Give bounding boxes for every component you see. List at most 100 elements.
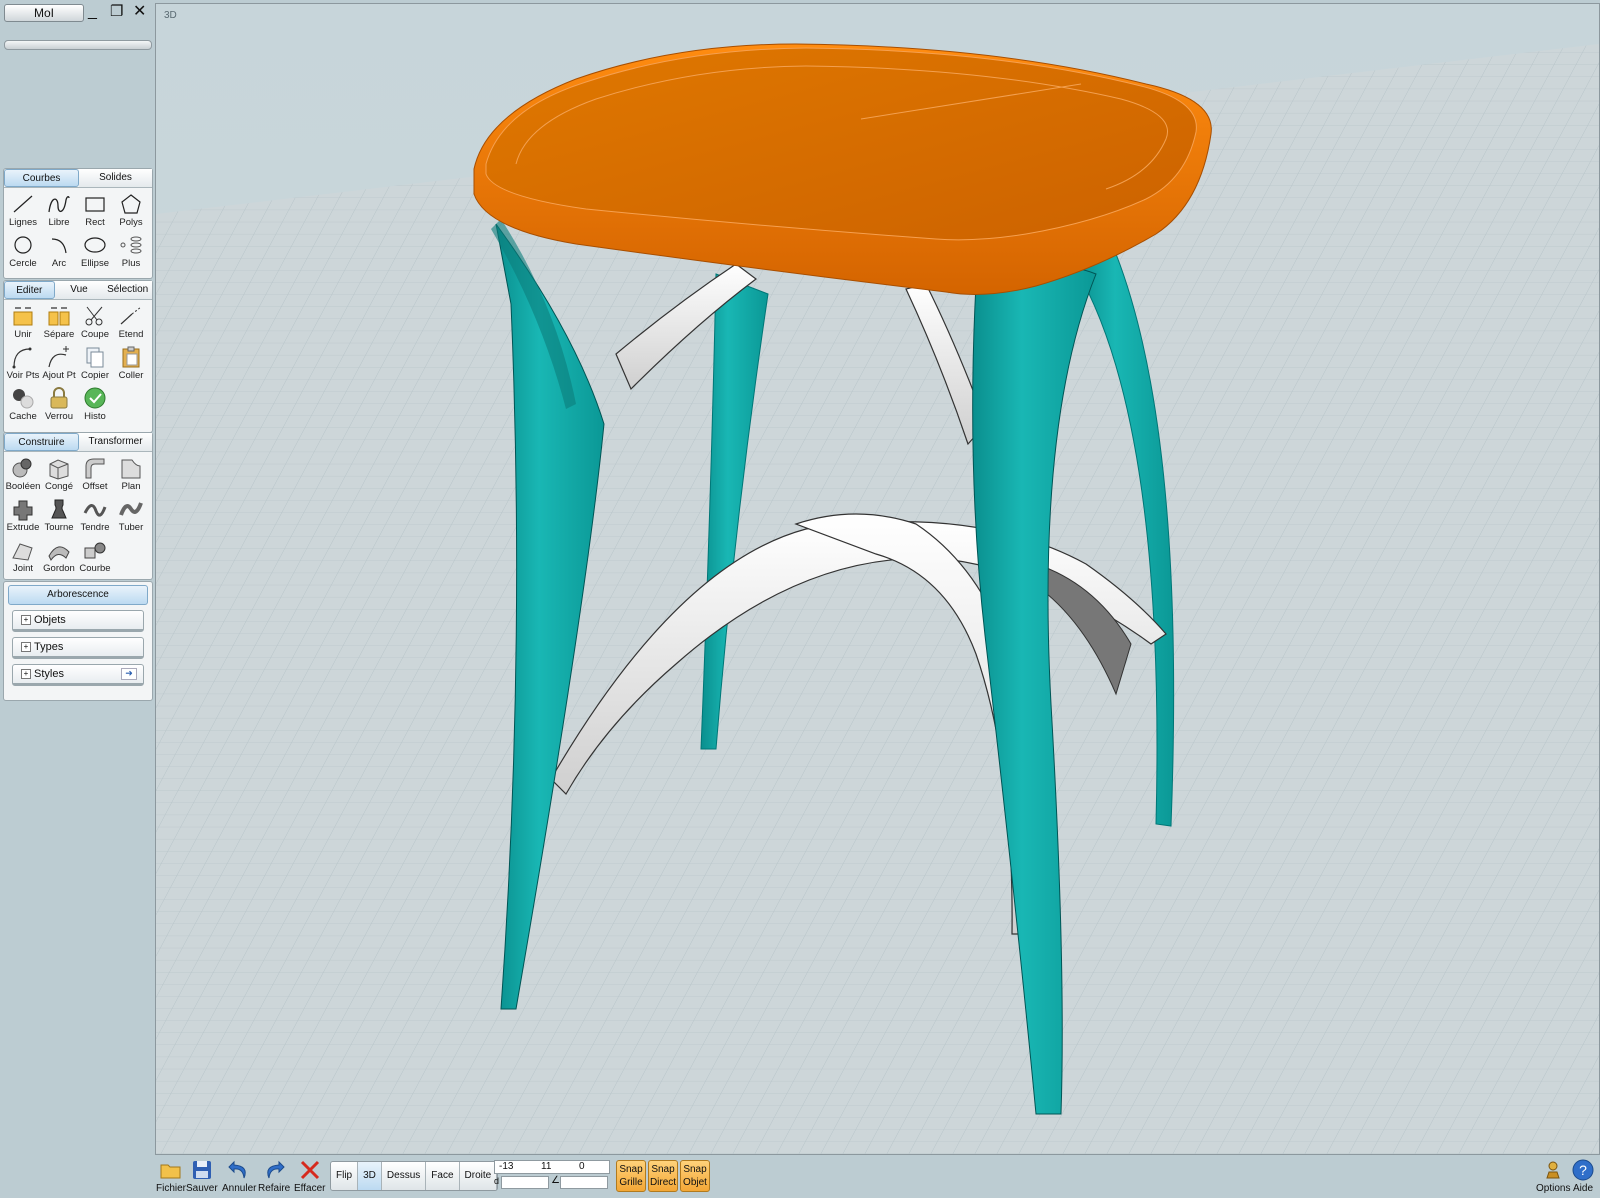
options-button[interactable]: Options bbox=[1536, 1158, 1570, 1194]
circle-icon bbox=[14, 236, 32, 254]
snap-object-button[interactable]: Snap Objet bbox=[680, 1160, 710, 1192]
view-front-button[interactable]: Face bbox=[426, 1162, 460, 1190]
tool-label: Joint bbox=[12, 563, 34, 574]
tab-courbes[interactable]: Courbes bbox=[4, 169, 79, 187]
copy-tool[interactable]: Copier bbox=[77, 343, 113, 384]
tool-label: Coupe bbox=[81, 329, 109, 340]
trim-tool[interactable]: Coupe bbox=[77, 302, 113, 343]
curve-surface-tool[interactable]: Courbe bbox=[77, 536, 113, 577]
tree-item-types[interactable]: + Types bbox=[12, 637, 144, 659]
expand-icon[interactable]: + bbox=[21, 669, 31, 679]
history-tool[interactable]: Histo bbox=[77, 384, 113, 425]
snap-label: Snap bbox=[651, 1164, 675, 1175]
ellipse-tool[interactable]: Ellipse bbox=[77, 231, 113, 272]
tool-label: Histo bbox=[84, 411, 106, 422]
tree-item-styles[interactable]: + Styles ➜ bbox=[12, 664, 144, 686]
minimize-icon[interactable]: _ bbox=[88, 3, 97, 21]
tab-selection[interactable]: Sélection bbox=[103, 281, 153, 299]
snap-grid-button[interactable]: Snap Grille bbox=[616, 1160, 646, 1192]
plane-tool[interactable]: Plan bbox=[113, 454, 149, 495]
paste-tool[interactable]: Coller bbox=[113, 343, 149, 384]
join-icon bbox=[13, 307, 33, 326]
tree-item-label: Styles bbox=[34, 668, 64, 680]
tree-header[interactable]: Arborescence bbox=[8, 585, 148, 605]
coord-y: 11 bbox=[541, 1161, 552, 1172]
tool-label: Coller bbox=[118, 370, 144, 381]
extend-tool[interactable]: Etend bbox=[113, 302, 149, 343]
lock-icon bbox=[50, 387, 68, 409]
tool-label: Offset bbox=[82, 481, 108, 492]
app-menu-button[interactable]: MoI bbox=[4, 4, 84, 22]
tool-label: Plus bbox=[121, 258, 141, 269]
distance-input[interactable] bbox=[501, 1176, 549, 1189]
help-button[interactable]: ? Aide bbox=[1571, 1158, 1595, 1194]
show-points-tool[interactable]: Voir Pts bbox=[5, 343, 41, 384]
file-button[interactable]: Fichier bbox=[156, 1158, 186, 1194]
tool-label: Rect bbox=[85, 217, 105, 228]
snap-label: Snap bbox=[619, 1164, 643, 1175]
red-x-icon bbox=[300, 1160, 319, 1180]
viewport-3d[interactable]: 3D bbox=[155, 3, 1600, 1155]
tab-vue[interactable]: Vue bbox=[54, 281, 104, 299]
tab-editer[interactable]: Editer bbox=[4, 281, 55, 299]
offset-tool[interactable]: Offset bbox=[77, 454, 113, 495]
delete-button[interactable]: Effacer bbox=[294, 1158, 326, 1194]
boolean-tool[interactable]: Booléen bbox=[5, 454, 41, 495]
tool-label: Booléen bbox=[5, 481, 41, 492]
redo-button[interactable]: Refaire bbox=[258, 1158, 290, 1194]
tree-item-objects[interactable]: + Objets bbox=[12, 610, 144, 632]
more-curves-tool[interactable]: Plus bbox=[113, 231, 149, 272]
file-label: Fichier bbox=[156, 1183, 187, 1194]
edit-panel: Editer Vue Sélection Unir Sépare Coupe E… bbox=[3, 280, 153, 433]
offset-icon bbox=[85, 458, 105, 479]
arc-tool[interactable]: Arc bbox=[41, 231, 77, 272]
lines-tool[interactable]: Lignes bbox=[5, 190, 41, 231]
viewport-label: 3D bbox=[164, 10, 177, 21]
close-icon[interactable]: ✕ bbox=[133, 3, 146, 21]
revolve-icon bbox=[51, 499, 67, 519]
tab-construire[interactable]: Construire bbox=[4, 433, 79, 451]
show-points-icon bbox=[12, 347, 32, 369]
ellipse-icon bbox=[84, 237, 106, 253]
separate-tool[interactable]: Sépare bbox=[41, 302, 77, 343]
tab-solides[interactable]: Solides bbox=[79, 169, 152, 187]
sweep-tool[interactable]: Tendre bbox=[77, 495, 113, 536]
polygon-tool[interactable]: Polys bbox=[113, 190, 149, 231]
view-top-button[interactable]: Dessus bbox=[381, 1162, 427, 1190]
extrude-tool[interactable]: Extrude bbox=[5, 495, 41, 536]
angle-input[interactable] bbox=[560, 1176, 608, 1189]
add-point-icon bbox=[48, 346, 69, 368]
freehand-tool[interactable]: Libre bbox=[41, 190, 77, 231]
fillet-tool[interactable]: Congé bbox=[41, 454, 77, 495]
pipe-tool[interactable]: Tuber bbox=[113, 495, 149, 536]
snap-direct-button[interactable]: Snap Direct bbox=[648, 1160, 678, 1192]
view-3d-button[interactable]: 3D bbox=[358, 1162, 382, 1190]
tab-transformer[interactable]: Transformer bbox=[79, 433, 152, 451]
blend-tool[interactable]: Joint bbox=[5, 536, 41, 577]
tool-label: Tourne bbox=[44, 522, 74, 533]
hide-tool[interactable]: Cache bbox=[5, 384, 41, 425]
coordinate-readout: -13 11 0 d ∠ bbox=[494, 1160, 610, 1190]
tool-label: Voir Pts bbox=[6, 370, 40, 381]
expand-icon[interactable]: + bbox=[21, 615, 31, 625]
tool-label: Libre bbox=[48, 217, 70, 228]
arc-icon bbox=[51, 238, 67, 254]
rect-tool[interactable]: Rect bbox=[77, 190, 113, 231]
circle-tool[interactable]: Cercle bbox=[5, 231, 41, 272]
snap-label: Direct bbox=[649, 1177, 677, 1188]
arrow-right-icon[interactable]: ➜ bbox=[121, 668, 137, 680]
expand-icon[interactable]: + bbox=[21, 642, 31, 652]
undo-button[interactable]: Annuler bbox=[222, 1158, 256, 1194]
add-point-tool[interactable]: Ajout Pt bbox=[41, 343, 77, 384]
restore-icon[interactable]: ❐ bbox=[110, 3, 123, 21]
tree-item-label: Types bbox=[34, 641, 64, 653]
revolve-tool[interactable]: Tourne bbox=[41, 495, 77, 536]
tool-label: Arc bbox=[51, 258, 67, 269]
join-tool[interactable]: Unir bbox=[5, 302, 41, 343]
curve-surface-icon bbox=[84, 542, 106, 559]
lock-tool[interactable]: Verrou bbox=[41, 384, 77, 425]
view-flip-button[interactable]: Flip bbox=[331, 1162, 359, 1190]
save-button[interactable]: Sauver bbox=[186, 1158, 218, 1194]
network-tool[interactable]: Gordon bbox=[41, 536, 77, 577]
view-right-button[interactable]: Droite bbox=[459, 1162, 498, 1190]
